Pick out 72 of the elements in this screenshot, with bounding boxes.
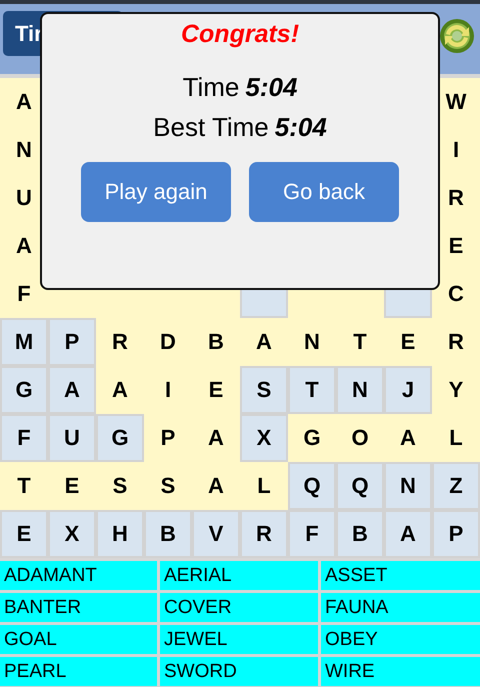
letter-tile[interactable]: E bbox=[192, 366, 240, 414]
letter-tile[interactable]: L bbox=[432, 414, 480, 462]
letter-tile[interactable]: N bbox=[336, 366, 384, 414]
letter-tile[interactable]: H bbox=[96, 510, 144, 558]
letter-tile[interactable]: T bbox=[336, 318, 384, 366]
letter-tile[interactable]: I bbox=[144, 366, 192, 414]
letter-tile[interactable]: P bbox=[48, 318, 96, 366]
letter-tile[interactable]: X bbox=[240, 414, 288, 462]
word-cell: COVER bbox=[160, 593, 318, 622]
time-label: Best Time bbox=[153, 112, 269, 142]
word-cell: PEARL bbox=[0, 657, 157, 686]
letter-tile[interactable]: Y bbox=[432, 366, 480, 414]
letter-tile[interactable]: X bbox=[48, 510, 96, 558]
letter-tile[interactable]: Z bbox=[432, 462, 480, 510]
word-cell: ASSET bbox=[321, 561, 480, 590]
letter-tile[interactable]: B bbox=[192, 318, 240, 366]
word-cell: FAUNA bbox=[321, 593, 480, 622]
word-cell: ADAMANT bbox=[0, 561, 157, 590]
letter-tile[interactable]: S bbox=[240, 366, 288, 414]
letter-tile[interactable]: J bbox=[384, 366, 432, 414]
word-cell: WIRE bbox=[321, 657, 480, 686]
letter-tile[interactable]: R bbox=[240, 510, 288, 558]
letter-tile[interactable]: B bbox=[144, 510, 192, 558]
letter-tile[interactable]: E bbox=[48, 462, 96, 510]
word-cell: OBEY bbox=[321, 625, 480, 654]
letter-tile[interactable]: Q bbox=[288, 462, 336, 510]
letter-tile[interactable]: M bbox=[0, 318, 48, 366]
letter-tile[interactable]: D bbox=[144, 318, 192, 366]
letter-tile[interactable]: A bbox=[384, 510, 432, 558]
letter-tile[interactable]: E bbox=[384, 318, 432, 366]
letter-tile[interactable]: T bbox=[288, 366, 336, 414]
letter-tile[interactable]: A bbox=[48, 366, 96, 414]
letter-tile[interactable]: Q bbox=[336, 462, 384, 510]
letter-tile[interactable]: R bbox=[432, 318, 480, 366]
letter-tile[interactable]: S bbox=[96, 462, 144, 510]
letter-tile[interactable]: T bbox=[0, 462, 48, 510]
letter-tile[interactable]: S bbox=[144, 462, 192, 510]
refresh-icon[interactable] bbox=[439, 18, 475, 54]
word-cell: SWORD bbox=[160, 657, 318, 686]
letter-tile[interactable]: G bbox=[288, 414, 336, 462]
letter-tile[interactable]: O bbox=[336, 414, 384, 462]
letter-tile[interactable]: G bbox=[96, 414, 144, 462]
letter-tile[interactable]: N bbox=[384, 462, 432, 510]
letter-tile[interactable]: A bbox=[96, 366, 144, 414]
letter-tile[interactable]: P bbox=[432, 510, 480, 558]
letter-tile[interactable]: C bbox=[432, 270, 480, 318]
letter-tile[interactable]: E bbox=[0, 510, 48, 558]
dialog-button[interactable]: Go back bbox=[249, 162, 399, 222]
letter-tile[interactable]: U bbox=[48, 414, 96, 462]
letter-tile[interactable]: N bbox=[288, 318, 336, 366]
time-label: Time bbox=[182, 72, 240, 102]
word-cell: JEWEL bbox=[160, 625, 318, 654]
dialog-button[interactable]: Play again bbox=[81, 162, 231, 222]
letter-tile[interactable]: A bbox=[192, 462, 240, 510]
letter-tile[interactable]: A bbox=[384, 414, 432, 462]
letter-tile[interactable]: V bbox=[192, 510, 240, 558]
word-cell: GOAL bbox=[0, 625, 157, 654]
letter-tile[interactable]: B bbox=[336, 510, 384, 558]
letter-tile[interactable]: F bbox=[0, 414, 48, 462]
letter-tile[interactable]: F bbox=[0, 270, 48, 318]
letter-tile[interactable]: A bbox=[192, 414, 240, 462]
time-value: 5:04 bbox=[274, 112, 327, 142]
dialog-title: Congrats! bbox=[180, 20, 300, 49]
word-cell: BANTER bbox=[0, 593, 157, 622]
letter-tile[interactable]: R bbox=[96, 318, 144, 366]
letter-tile[interactable]: L bbox=[240, 462, 288, 510]
letter-tile[interactable]: P bbox=[144, 414, 192, 462]
letter-tile[interactable]: F bbox=[288, 510, 336, 558]
letter-tile[interactable]: A bbox=[240, 318, 288, 366]
time-value: 5:04 bbox=[245, 72, 298, 102]
letter-tile[interactable]: G bbox=[0, 366, 48, 414]
word-cell: AERIAL bbox=[160, 561, 318, 590]
